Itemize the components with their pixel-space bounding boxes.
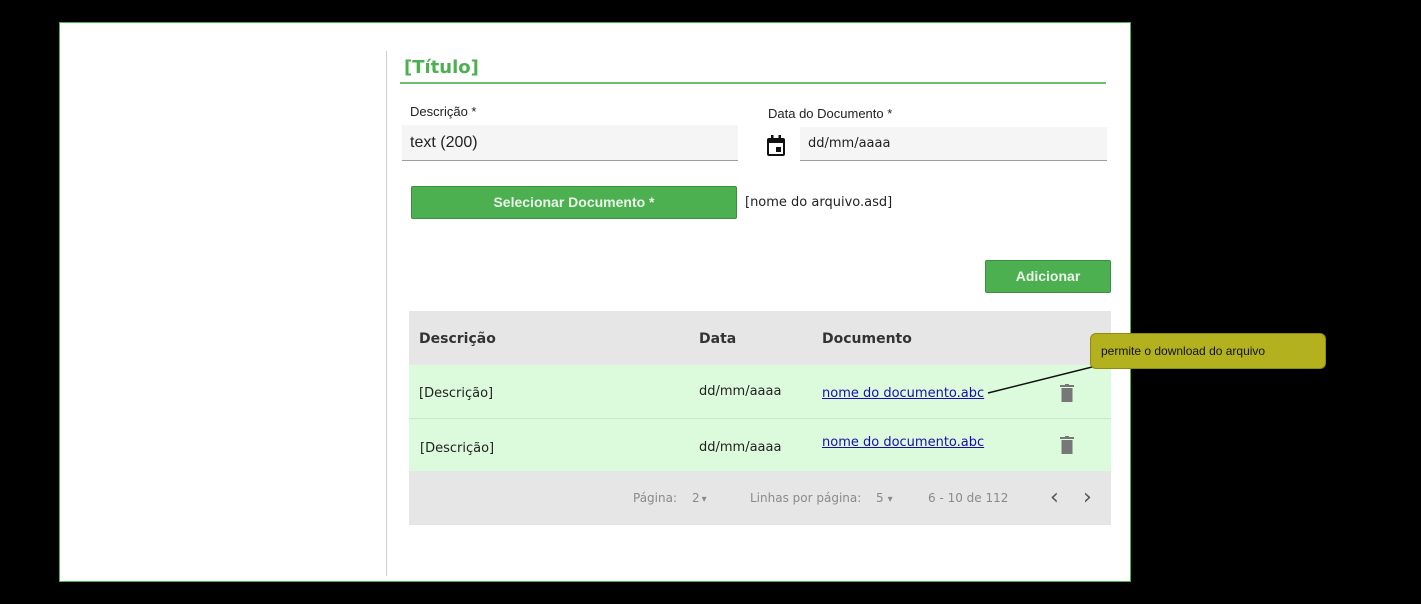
trash-icon[interactable]	[1060, 436, 1074, 454]
page-title: [Título]	[404, 57, 479, 78]
range-text: 6 - 10 de 112	[928, 491, 1009, 505]
header-descricao: Descrição	[419, 331, 496, 347]
calendar-icon[interactable]	[766, 135, 786, 157]
rows-per-page-select[interactable]: 5 ▾	[876, 491, 893, 505]
table-pagination: Página: 2 ▾ Linhas por página: 5 ▾ 6 - 10 …	[409, 471, 1111, 525]
header-data: Data	[699, 331, 737, 347]
row-descricao: [Descrição]	[419, 386, 494, 401]
page-value: 2	[692, 491, 700, 505]
chevron-right-icon[interactable]: ›	[1083, 485, 1092, 510]
vertical-divider	[386, 51, 387, 576]
title-underline	[400, 82, 1106, 84]
dropdown-arrow-icon: ▾	[887, 494, 893, 505]
trash-icon[interactable]	[1060, 384, 1074, 402]
table-header: Descrição Data Documento	[409, 311, 1111, 365]
download-callout: permite o download do arquivo	[1090, 333, 1326, 369]
document-download-link[interactable]: nome do documento.abc	[822, 435, 984, 450]
documents-table: Descrição Data Documento [Descrição] dd/…	[409, 311, 1111, 525]
data-input[interactable]: dd/mm/aaaa	[800, 127, 1107, 161]
rows-value: 5	[876, 491, 884, 505]
chevron-left-icon[interactable]: ‹	[1050, 485, 1059, 510]
data-label: Data do Documento *	[768, 106, 893, 121]
header-documento: Documento	[822, 331, 912, 347]
document-download-link[interactable]: nome do documento.abc	[822, 386, 984, 401]
window-frame: [Título] Descrição * text (200) Data do …	[59, 22, 1131, 582]
row-data: dd/mm/aaaa	[699, 440, 782, 455]
file-name: [nome do arquivo.asd]	[745, 195, 893, 210]
descricao-value: text (200)	[410, 134, 478, 151]
row-data: dd/mm/aaaa	[699, 384, 782, 399]
table-row: [Descrição] dd/mm/aaaa nome do documento…	[409, 419, 1111, 471]
page-select[interactable]: 2 ▾	[692, 491, 707, 505]
add-button[interactable]: Adicionar	[985, 260, 1111, 293]
table-row: [Descrição] dd/mm/aaaa nome do documento…	[409, 365, 1111, 418]
page-label: Página:	[633, 491, 678, 505]
rows-per-page-label: Linhas por página:	[750, 491, 862, 505]
select-document-button[interactable]: Selecionar Documento *	[411, 186, 737, 219]
row-descricao: [Descrição]	[420, 441, 495, 456]
descricao-input[interactable]: text (200)	[402, 125, 738, 161]
descricao-label: Descrição *	[410, 104, 477, 119]
data-placeholder: dd/mm/aaaa	[808, 136, 891, 151]
dropdown-arrow-icon: ▾	[701, 494, 707, 505]
